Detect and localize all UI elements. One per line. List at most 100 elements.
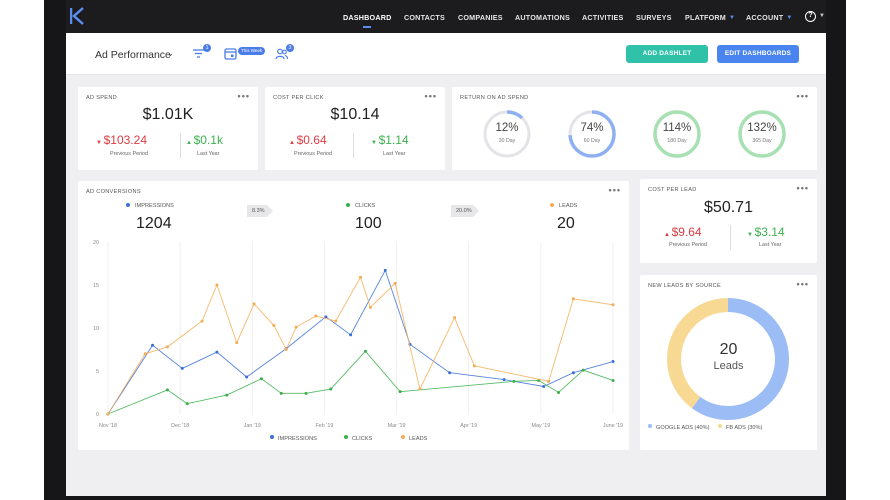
data-point[interactable] xyxy=(512,379,516,383)
ring-track xyxy=(483,110,531,158)
dashboard-toolbar: Ad Performance ⌄ 1 This Week 3 ADD DASHL… xyxy=(66,33,826,75)
nav-platform[interactable]: PLATFORM ▼ xyxy=(685,13,735,22)
data-point[interactable] xyxy=(180,366,184,370)
legend-impressions[interactable]: IMPRESSIONS xyxy=(270,435,317,442)
more-options-icon[interactable]: ••• xyxy=(238,91,250,101)
y-tick-label: 10 xyxy=(93,326,99,332)
nav-contacts[interactable]: CONTACTS xyxy=(404,13,445,22)
prev-period-label: Previous Period xyxy=(669,242,708,248)
y-tick-label: 5 xyxy=(96,369,99,375)
legend-leads[interactable]: LEADS xyxy=(401,435,427,442)
data-point[interactable] xyxy=(472,364,476,368)
cost-per-lead-card: COST PER LEAD ••• $50.71 ▲ $9.64 Previou… xyxy=(640,179,817,263)
data-point[interactable] xyxy=(611,360,615,364)
legend-clicks[interactable]: CLICKS xyxy=(344,435,372,442)
help-icon[interactable]: ? xyxy=(805,11,816,22)
data-point[interactable] xyxy=(581,368,585,372)
data-point[interactable] xyxy=(294,325,298,329)
data-point[interactable] xyxy=(502,378,506,382)
data-point[interactable] xyxy=(235,341,239,345)
data-point[interactable] xyxy=(542,384,546,388)
cpl-prev: ▲ $9.64 xyxy=(664,225,702,239)
data-point[interactable] xyxy=(557,391,561,394)
series-line-leads xyxy=(107,276,614,415)
data-point[interactable] xyxy=(304,391,308,395)
more-options-icon[interactable]: ••• xyxy=(797,91,809,101)
data-point[interactable] xyxy=(363,349,367,353)
more-options-icon[interactable]: ••• xyxy=(425,91,437,101)
chevron-down-icon[interactable]: ⌄ xyxy=(167,49,174,58)
data-point[interactable] xyxy=(398,390,402,394)
data-point[interactable] xyxy=(448,371,452,375)
legend-fb-ads[interactable]: FB ADS (30%) xyxy=(718,424,762,431)
roas-ring-label: 60 Day xyxy=(583,138,601,144)
last-year-label: Last Year xyxy=(197,151,220,157)
data-point[interactable] xyxy=(393,281,397,285)
roas-ring-value: 12% xyxy=(495,122,519,134)
date-range-pill[interactable]: This Week xyxy=(238,47,266,55)
more-options-icon[interactable]: ••• xyxy=(797,183,809,193)
data-point[interactable] xyxy=(284,348,288,351)
prev-period-label: Previous Period xyxy=(294,151,333,157)
data-point[interactable] xyxy=(252,302,256,306)
cpc-prev: ▲ $0.64 xyxy=(289,133,327,147)
cpl-prev-value: $9.64 xyxy=(671,225,702,239)
edit-dashboards-button[interactable]: EDIT DASHBOARDS xyxy=(717,45,799,63)
arrow-up-icon: ▲ xyxy=(664,232,672,238)
data-point[interactable] xyxy=(215,350,219,354)
data-point[interactable] xyxy=(259,377,263,381)
more-options-icon[interactable]: ••• xyxy=(609,185,621,195)
data-point[interactable] xyxy=(314,314,318,318)
ring-progress xyxy=(738,110,786,158)
data-point[interactable] xyxy=(215,283,219,287)
data-point[interactable] xyxy=(571,371,575,375)
data-point[interactable] xyxy=(106,412,110,416)
prev-period-label: Previous Period xyxy=(110,151,149,157)
data-point[interactable] xyxy=(611,378,615,382)
users-count-badge: 3 xyxy=(286,44,294,52)
calendar-icon[interactable] xyxy=(224,47,237,60)
nav-surveys[interactable]: SURVEYS xyxy=(636,13,672,22)
chevron-down-icon[interactable]: ▼ xyxy=(819,13,825,19)
data-point[interactable] xyxy=(547,379,551,383)
add-dashlet-button[interactable]: ADD DASHLET xyxy=(626,45,708,63)
nav-activities[interactable]: ACTIVITIES xyxy=(582,13,624,22)
cpc-year-value: $1.14 xyxy=(378,133,409,147)
roas-ring-value: 74% xyxy=(580,122,604,134)
more-options-icon[interactable]: ••• xyxy=(797,279,809,289)
logo-icon[interactable] xyxy=(70,7,84,25)
data-point[interactable] xyxy=(359,275,362,279)
data-point[interactable] xyxy=(245,375,249,379)
data-point[interactable] xyxy=(383,268,387,272)
dashboard-selector[interactable]: Ad Performance xyxy=(95,49,171,61)
data-point[interactable] xyxy=(279,391,283,395)
nav-companies[interactable]: COMPANIES xyxy=(458,13,503,22)
ad-spend-year-value: $0.1k xyxy=(193,133,223,147)
nav-automations[interactable]: AUTOMATIONS xyxy=(515,13,570,22)
data-point[interactable] xyxy=(368,305,372,309)
data-point[interactable] xyxy=(453,316,457,320)
data-point[interactable] xyxy=(165,345,169,349)
legend-google-ads[interactable]: GOOGLE ADS (40%) xyxy=(648,424,709,431)
data-point[interactable] xyxy=(329,387,333,391)
card-title: NEW LEADS BY SOURCE xyxy=(648,283,722,289)
clicks-to-leads-rate: 20.0% xyxy=(451,205,479,217)
nav-dashboard[interactable]: DASHBOARD xyxy=(343,13,392,22)
x-tick-label: Apr '19 xyxy=(460,423,477,429)
data-point[interactable] xyxy=(349,333,353,337)
data-point[interactable] xyxy=(143,352,147,356)
data-point[interactable] xyxy=(165,388,169,392)
data-point[interactable] xyxy=(611,303,615,307)
cpc-value: $10.14 xyxy=(330,106,380,123)
data-point[interactable] xyxy=(185,402,189,406)
data-point[interactable] xyxy=(200,319,204,323)
data-point[interactable] xyxy=(151,343,155,347)
data-point[interactable] xyxy=(225,393,229,397)
nav-account[interactable]: ACCOUNT ▼ xyxy=(746,13,792,22)
data-point[interactable] xyxy=(571,297,575,301)
data-point[interactable] xyxy=(272,323,276,327)
legend-dot-icon xyxy=(270,435,274,439)
card-title: RETURN ON AD SPEND xyxy=(460,95,529,101)
data-point[interactable] xyxy=(334,319,338,323)
data-point[interactable] xyxy=(418,387,422,391)
